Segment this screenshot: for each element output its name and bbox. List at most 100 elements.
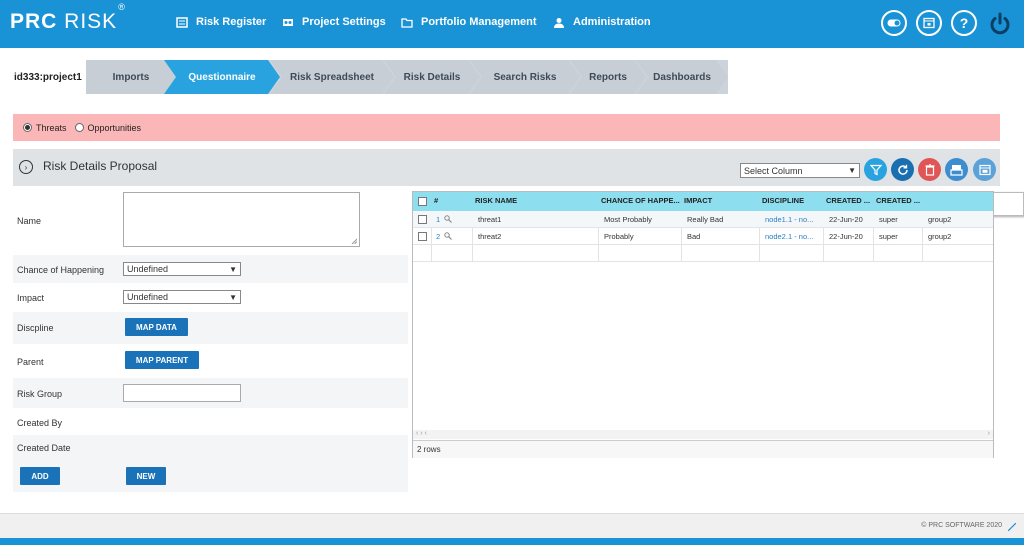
cell-risk-name: threat2	[478, 232, 502, 241]
cell-discipline[interactable]: node1.1 - no...	[762, 215, 822, 224]
opportunities-label: Opportunities	[87, 122, 142, 133]
select-column-dropdown[interactable]: Select Column ▼	[740, 163, 860, 178]
risk-group-input[interactable]	[123, 384, 241, 402]
goto-archive-button[interactable]	[973, 158, 996, 181]
tab-questionnaire[interactable]: Questionnaire	[164, 60, 280, 94]
map-data-button[interactable]: MAP DATA	[125, 318, 188, 336]
section-header: › Risk Details Proposal Select Column ▼	[13, 149, 1000, 186]
chance-select[interactable]: Undefined ▼	[123, 262, 241, 276]
resize-icon	[1008, 523, 1016, 531]
cell-impact: Bad	[687, 232, 701, 241]
tab-search-risks[interactable]: Search Risks	[470, 60, 580, 94]
col-created-date[interactable]: CREATED ...	[823, 196, 873, 205]
register-icon	[176, 16, 188, 28]
parent-label: Parent	[17, 357, 44, 367]
table-row[interactable]: 2 threat2 Probably Bad node2.1 - no... 2…	[413, 228, 993, 245]
workflow-tabs: Imports Questionnaire Risk Spreadsheet R…	[8, 60, 728, 94]
project-id: id333:project1	[8, 60, 86, 94]
table-row-empty	[413, 245, 993, 262]
delete-button[interactable]	[918, 158, 941, 181]
filter-button[interactable]	[864, 158, 887, 181]
risk-grid: # RISK NAME CHANCE OF HAPPE... IMPACT DI…	[412, 191, 994, 458]
nav-label: Project Settings	[302, 16, 386, 28]
cell-chance: Most Probably	[604, 215, 652, 224]
map-parent-button[interactable]: MAP PARENT	[125, 351, 199, 369]
cell-created-by: super	[879, 215, 898, 224]
name-input[interactable]	[123, 192, 360, 247]
row-number[interactable]: 2	[433, 232, 440, 241]
nav-risk-register[interactable]: Risk Register	[176, 16, 266, 28]
cell-group: group2	[928, 215, 952, 224]
toggle-icon[interactable]	[881, 10, 907, 36]
row-checkbox[interactable]	[418, 215, 427, 224]
col-chance[interactable]: CHANCE OF HAPPE...	[598, 196, 680, 205]
chevron-down-icon: ▼	[848, 166, 856, 175]
add-button[interactable]: ADD	[20, 467, 60, 485]
impact-label: Impact	[17, 293, 45, 303]
tab-dashboards[interactable]: Dashboards	[636, 60, 728, 94]
discipline-label: Discpline	[17, 323, 54, 333]
tab-risk-spreadsheet[interactable]: Risk Spreadsheet	[270, 60, 394, 94]
footer: © PRC SOFTWARE 2020	[0, 513, 1024, 540]
power-icon[interactable]	[986, 10, 1014, 38]
user-icon	[554, 17, 564, 28]
filter-icon	[869, 164, 882, 175]
cell-impact: Really Bad	[687, 215, 724, 224]
col-risk-name[interactable]: RISK NAME	[472, 196, 598, 205]
col-discipline[interactable]: DISCIPLINE	[759, 196, 823, 205]
risk-group-label: Risk Group	[17, 389, 63, 399]
cell-created-date: 22-Jun-20	[829, 232, 863, 241]
chevron-down-icon: ▼	[229, 292, 237, 302]
nav-administration[interactable]: Administration	[553, 16, 651, 28]
bottom-bar	[0, 538, 1024, 545]
new-button[interactable]: NEW	[126, 467, 166, 485]
magnifier-icon[interactable]	[444, 232, 452, 240]
name-label: Name	[17, 216, 42, 226]
col-impact[interactable]: IMPACT	[681, 196, 759, 205]
folder-icon	[401, 17, 413, 28]
magnifier-icon[interactable]	[444, 215, 452, 223]
archive-button[interactable]	[945, 158, 968, 181]
refresh-icon	[897, 164, 908, 175]
table-row[interactable]: 1 threat1 Most Probably Really Bad node1…	[413, 211, 993, 228]
resize-handle-icon	[351, 238, 357, 244]
settings-icon	[283, 18, 293, 26]
select-all-checkbox[interactable]	[418, 197, 427, 206]
cell-discipline[interactable]: node2.1 - no...	[762, 232, 822, 241]
tab-risk-details[interactable]: Risk Details	[384, 60, 480, 94]
row-number[interactable]: 1	[433, 215, 440, 224]
window-icon	[978, 164, 991, 175]
chevron-down-icon: ▼	[229, 264, 237, 274]
form-actions	[13, 462, 408, 492]
tab-imports[interactable]: Imports	[86, 60, 176, 94]
opportunities-radio[interactable]	[74, 123, 84, 132]
nav-label: Portfolio Management	[421, 16, 537, 28]
help-icon[interactable]: ?	[951, 10, 977, 36]
form-row-discipline: Discpline	[13, 312, 408, 344]
tab-reports[interactable]: Reports	[570, 60, 646, 94]
col-created-by[interactable]: CREATED ...	[873, 196, 922, 205]
form-row-created-by: Created By	[13, 408, 408, 435]
trash-icon	[925, 163, 934, 176]
scroll-right-icon[interactable]: ›	[988, 430, 990, 437]
top-icon-group: ?	[881, 10, 1014, 38]
refresh-button[interactable]	[891, 158, 914, 181]
created-date-label: Created Date	[17, 443, 71, 453]
nav-portfolio-management[interactable]: Portfolio Management	[401, 16, 537, 28]
impact-select[interactable]: Undefined ▼	[123, 290, 241, 304]
horizontal-scrollbar[interactable]: ‹ › ‹ ›	[413, 430, 993, 439]
copyright: © PRC SOFTWARE 2020	[921, 522, 1002, 529]
logo: PRC RISK®	[10, 2, 126, 33]
threats-radio[interactable]	[23, 123, 32, 132]
col-num[interactable]: #	[431, 196, 471, 205]
cell-group: group2	[928, 232, 952, 241]
risk-type-filter: Threats Opportunities	[13, 114, 1000, 141]
nav-label: Risk Register	[196, 16, 267, 28]
scroll-left-icon[interactable]: ‹ › ‹	[416, 430, 427, 437]
row-checkbox[interactable]	[418, 232, 427, 241]
collapse-icon[interactable]: ›	[19, 160, 33, 174]
calendar-icon[interactable]	[916, 10, 942, 36]
cell-chance: Probably	[604, 232, 634, 241]
nav-project-settings[interactable]: Project Settings	[282, 16, 386, 28]
nav-label: Administration	[573, 16, 651, 28]
